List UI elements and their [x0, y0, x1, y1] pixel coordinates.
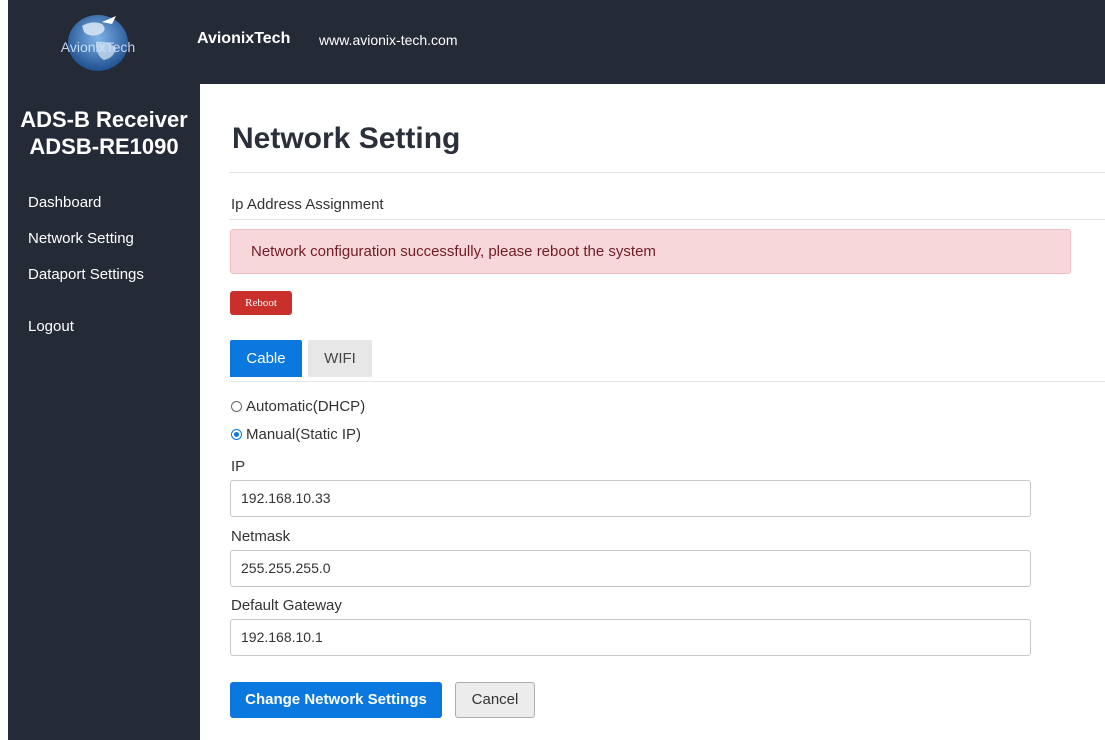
site-url[interactable]: www.avionix-tech.com	[319, 32, 458, 48]
tab-cable[interactable]: Cable	[230, 340, 302, 377]
company-logo[interactable]: AvionixTech	[32, 12, 164, 74]
ip-field[interactable]: 192.168.10.33	[230, 480, 1031, 517]
radio-static-ip-label: Manual(Static IP)	[246, 426, 362, 443]
sidebar: ADS-B Receiver ADSB-RE1090 Dashboard Net…	[8, 84, 200, 740]
netmask-label: Netmask	[231, 528, 291, 545]
page-left-edge	[0, 0, 8, 740]
radio-dhcp[interactable]: Automatic(DHCP)	[231, 398, 365, 415]
section-label: Ip Address Assignment	[231, 196, 384, 213]
top-header: AvionixTech AvionixTech www.avionix-tech…	[8, 0, 1105, 84]
title-divider	[229, 172, 1105, 173]
radio-static-ip[interactable]: Manual(Static IP)	[231, 426, 361, 443]
tab-wifi[interactable]: WIFI	[308, 340, 372, 377]
cancel-button[interactable]: Cancel	[455, 682, 535, 718]
gateway-label: Default Gateway	[231, 597, 342, 614]
gateway-field[interactable]: 192.168.10.1	[230, 619, 1031, 656]
product-line-2: ADSB-RE1090	[29, 134, 179, 159]
sidebar-item-dataport-settings[interactable]: Dataport Settings	[28, 266, 144, 283]
globe-logo-icon: AvionixTech	[61, 15, 135, 71]
netmask-field[interactable]: 255.255.255.0	[230, 550, 1031, 587]
product-title: ADS-B Receiver ADSB-RE1090	[8, 106, 200, 160]
radio-unchecked-icon[interactable]	[231, 401, 242, 412]
radio-dhcp-label: Automatic(DHCP)	[246, 398, 366, 415]
sidebar-item-logout[interactable]: Logout	[28, 318, 74, 335]
radio-checked-icon[interactable]	[231, 429, 242, 440]
reboot-button[interactable]: Reboot	[230, 291, 292, 315]
logo-text: AvionixTech	[61, 39, 135, 55]
page-title: Network Setting	[232, 122, 461, 155]
tabs-divider	[229, 381, 1105, 382]
ip-label: IP	[231, 458, 246, 475]
brand-name: AvionixTech	[197, 30, 291, 47]
section-divider	[229, 219, 1105, 220]
change-network-settings-button[interactable]: Change Network Settings	[230, 682, 442, 718]
success-alert: Network configuration successfully, plea…	[230, 229, 1071, 274]
sidebar-item-dashboard[interactable]: Dashboard	[28, 194, 101, 211]
main-content: Network Setting Ip Address Assignment Ne…	[200, 84, 1105, 740]
sidebar-item-network-setting[interactable]: Network Setting	[28, 230, 134, 247]
product-line-1: ADS-B Receiver	[20, 107, 188, 132]
